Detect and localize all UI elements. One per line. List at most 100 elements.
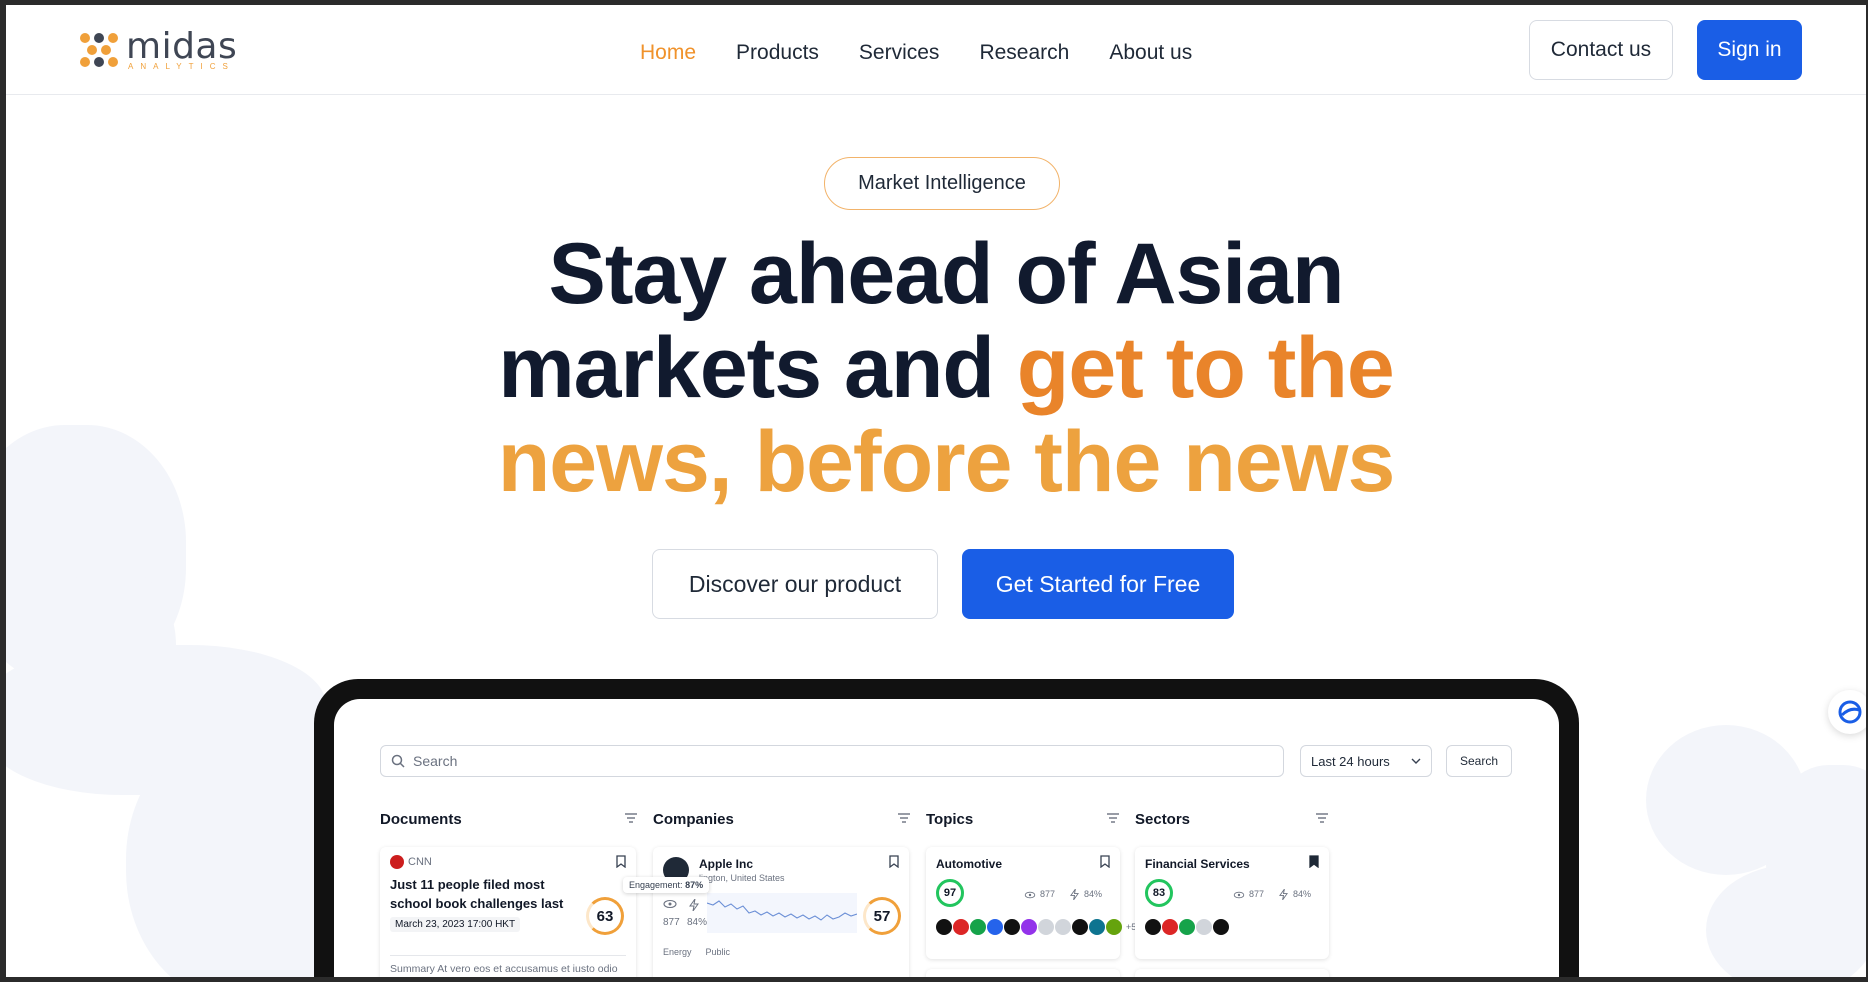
- nav-products[interactable]: Products: [736, 41, 819, 65]
- dashboard-screen: Search Last 24 hours Search Documents Co…: [334, 699, 1559, 977]
- time-range-select[interactable]: Last 24 hours: [1300, 745, 1432, 777]
- sector-card[interactable]: [1135, 969, 1329, 977]
- topic-engagement: 84%: [1084, 889, 1103, 899]
- source-chip-icon: [1055, 919, 1071, 935]
- headline-accent-1: get to the: [1016, 320, 1395, 416]
- filter-icon[interactable]: [624, 812, 638, 824]
- chat-widget-button[interactable]: [1828, 690, 1866, 734]
- source-chip-icon: [1004, 919, 1020, 935]
- source-chip-icon: [970, 919, 986, 935]
- filter-icon[interactable]: [897, 812, 911, 824]
- time-range-value: Last 24 hours: [1311, 753, 1390, 769]
- sign-in-button[interactable]: Sign in: [1697, 20, 1802, 80]
- sector-engagement: 84%: [1293, 889, 1312, 899]
- contact-us-button[interactable]: Contact us: [1529, 20, 1673, 80]
- company-engagement: 84%: [687, 917, 708, 928]
- source-chip-icon: [1162, 919, 1178, 935]
- brand-tagline: ANALYTICS: [128, 62, 235, 71]
- company-views: 877: [663, 917, 680, 928]
- source-chip-icon: [1089, 919, 1105, 935]
- eye-icon: [1233, 891, 1245, 899]
- topics-column-title: Topics: [926, 811, 974, 828]
- tooltip-value: 87%: [685, 880, 704, 890]
- source-chip-icon: [1038, 919, 1054, 935]
- source-chip-icon: [1072, 919, 1088, 935]
- dashboard-search-input[interactable]: Search: [380, 745, 1284, 777]
- company-score: 57: [863, 897, 901, 935]
- decor-blob: [1706, 865, 1866, 977]
- topic-card[interactable]: Automotive 97 877 84% +5: [926, 847, 1136, 959]
- search-icon: [391, 754, 405, 768]
- eye-icon: [1024, 891, 1036, 899]
- logo-mark-icon: [80, 31, 118, 69]
- company-location: lington, United States: [699, 873, 785, 883]
- brand-name: midas: [126, 26, 238, 67]
- chat-bubble-icon: [1838, 700, 1862, 724]
- company-name[interactable]: Apple Inc: [699, 857, 753, 871]
- bolt-icon: [689, 899, 699, 911]
- engagement-tooltip: Engagement: 87%: [623, 877, 710, 893]
- laptop-mockup: Search Last 24 hours Search Documents Co…: [314, 679, 1579, 977]
- bookmark-filled-icon[interactable]: [1309, 855, 1319, 868]
- source-chip-icon: [1196, 919, 1212, 935]
- cnn-logo-icon: [390, 855, 404, 869]
- headline-line2: markets and: [498, 320, 1017, 416]
- bolt-icon: [1279, 889, 1288, 900]
- eye-icon: [663, 899, 677, 909]
- topic-card[interactable]: [926, 969, 1120, 977]
- bolt-icon: [1070, 889, 1079, 900]
- tooltip-label: Engagement:: [629, 880, 683, 890]
- site-header: midas ANALYTICS Home Products Services R…: [6, 5, 1866, 95]
- document-date: March 23, 2023 17:00 HKT: [390, 917, 521, 932]
- source-chip-icon: [953, 919, 969, 935]
- topic-score: 97: [936, 879, 964, 907]
- dashboard-search-button[interactable]: Search: [1446, 745, 1512, 777]
- engagement-sparkline: [707, 893, 857, 933]
- source-chip-icon: [1213, 919, 1229, 935]
- companies-column-title: Companies: [653, 811, 734, 828]
- source-chip-icon: [1179, 919, 1195, 935]
- hero-headline: Stay ahead of Asian markets and get to t…: [346, 227, 1546, 509]
- company-tag-energy: Energy: [663, 947, 692, 957]
- bookmark-icon[interactable]: [616, 855, 626, 868]
- sector-source-chips: [1145, 919, 1230, 935]
- source-chip-icon: [1145, 919, 1161, 935]
- main-nav: Home Products Services Research About us: [640, 41, 1192, 65]
- discover-product-button[interactable]: Discover our product: [652, 549, 938, 619]
- company-tag-public: Public: [705, 947, 731, 957]
- headline-accent-2: news, before the news: [497, 414, 1396, 510]
- document-card[interactable]: CNN Just 11 people filed most school boo…: [380, 847, 636, 977]
- nav-home[interactable]: Home: [640, 41, 696, 65]
- page: midas ANALYTICS Home Products Services R…: [6, 5, 1866, 977]
- filter-icon[interactable]: [1106, 812, 1120, 824]
- sector-views: 877: [1249, 889, 1265, 899]
- source-chip-icon: [1021, 919, 1037, 935]
- documents-column-title: Documents: [380, 811, 462, 828]
- chevron-down-icon: [1411, 758, 1421, 764]
- document-summary: Summary At vero eos et accusamus et iust…: [390, 955, 626, 977]
- source-chip-icon: [987, 919, 1003, 935]
- filter-icon[interactable]: [1315, 812, 1329, 824]
- sector-score: 83: [1145, 879, 1173, 907]
- nav-about-us[interactable]: About us: [1109, 41, 1192, 65]
- sector-name[interactable]: Financial Services: [1145, 857, 1250, 871]
- search-placeholder: Search: [413, 753, 458, 769]
- sector-card[interactable]: Financial Services 83 877 84%: [1135, 847, 1329, 959]
- topic-source-chips: +5: [936, 919, 1136, 935]
- source-chip-icon: [936, 919, 952, 935]
- bookmark-icon[interactable]: [889, 855, 899, 868]
- company-card[interactable]: Apple Inc lington, United States Engagem…: [623, 847, 909, 977]
- get-started-button[interactable]: Get Started for Free: [962, 549, 1234, 619]
- sectors-column-title: Sectors: [1135, 811, 1191, 828]
- topic-views: 877: [1040, 889, 1056, 899]
- document-score: 63: [586, 897, 624, 935]
- document-source: CNN: [408, 856, 432, 868]
- bookmark-icon[interactable]: [1100, 855, 1110, 868]
- source-chip-icon: [1106, 919, 1122, 935]
- nav-research[interactable]: Research: [979, 41, 1069, 65]
- topic-name[interactable]: Automotive: [936, 857, 1002, 871]
- headline-line1: Stay ahead of Asian: [548, 226, 1344, 322]
- market-intelligence-badge: Market Intelligence: [824, 157, 1060, 210]
- nav-services[interactable]: Services: [859, 41, 940, 65]
- brand-logo[interactable]: midas ANALYTICS: [80, 29, 237, 71]
